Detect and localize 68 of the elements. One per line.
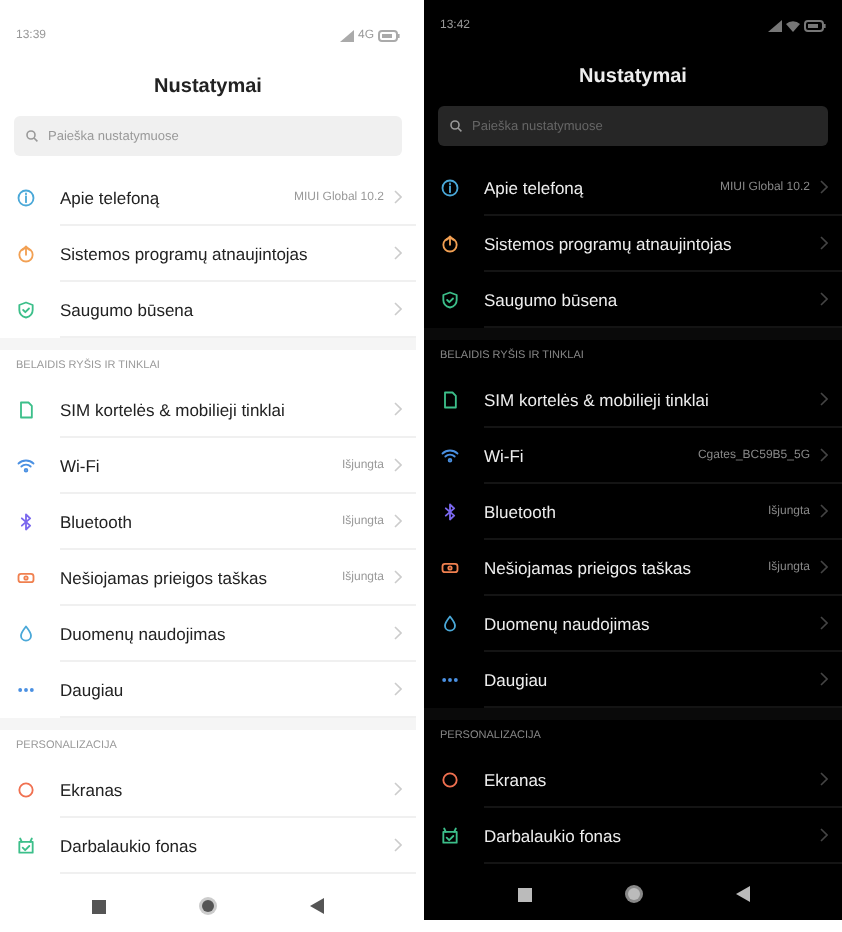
item-label: Darbalaukio fonas xyxy=(484,825,624,845)
chevron-icon xyxy=(394,570,402,584)
chevron-icon xyxy=(820,392,828,406)
chevron-icon xyxy=(820,180,828,194)
back-icon[interactable] xyxy=(735,886,749,902)
settings-item[interactable]: Duomenų naudojimas xyxy=(424,596,842,652)
settings-item[interactable]: Sistemos programų atnaujintojas xyxy=(424,216,842,272)
item-label: Bluetooth xyxy=(60,511,134,531)
recents-icon[interactable] xyxy=(517,887,531,901)
search-icon xyxy=(26,130,38,142)
chevron-icon xyxy=(394,190,402,204)
screen-title: Nustatymai xyxy=(152,73,264,101)
chevron-icon xyxy=(394,458,402,472)
settings-item[interactable]: Duomenų naudojimas xyxy=(0,606,416,662)
chevron-icon xyxy=(394,838,402,852)
chevron-icon xyxy=(394,626,402,640)
chevron-icon xyxy=(820,560,828,574)
item-label: SIM kortelės & mobilieji tinklai xyxy=(484,389,711,409)
settings-item[interactable]: SIM kortelės & mobilieji tinklai xyxy=(0,382,416,438)
signal-icon xyxy=(768,20,782,32)
chevron-icon xyxy=(394,246,402,260)
chevron-icon xyxy=(394,402,402,416)
chevron-icon xyxy=(820,828,828,842)
chevron-icon xyxy=(394,682,402,696)
chevron-icon xyxy=(820,236,828,250)
settings-item[interactable]: Sistemos programų atnaujintojas xyxy=(0,226,416,282)
battery-icon xyxy=(378,30,400,42)
settings-item[interactable]: Ekranas xyxy=(0,762,416,818)
screen-title: Nustatymai xyxy=(577,63,689,91)
settings-item[interactable]: SIM kortelės & mobilieji tinklai xyxy=(424,372,842,428)
back-icon[interactable] xyxy=(310,898,324,914)
home-icon[interactable] xyxy=(623,884,643,904)
chevron-icon xyxy=(820,772,828,786)
chevron-icon xyxy=(394,302,402,316)
chevron-icon xyxy=(394,514,402,528)
item-label: Nešiojamas prieigos taškas xyxy=(484,557,693,577)
recents-icon[interactable] xyxy=(92,899,106,913)
item-label: Apie telefoną xyxy=(484,177,586,197)
settings-item[interactable]: Darbalaukio fonas xyxy=(424,808,842,864)
chevron-icon xyxy=(820,672,828,686)
item-label: Duomenų naudojimas xyxy=(60,623,228,643)
item-label: Saugumo būsena xyxy=(60,299,196,319)
item-label: Nešiojamas prieigos taškas xyxy=(60,567,269,587)
item-label: SIM kortelės & mobilieji tinklai xyxy=(60,399,287,419)
item-label: Wi-Fi xyxy=(60,455,102,475)
item-label: Ekranas xyxy=(484,769,549,789)
settings-item[interactable]: Ekranas xyxy=(424,752,842,808)
chevron-icon xyxy=(820,616,828,630)
chevron-icon xyxy=(820,504,828,518)
item-label: Sistemos programų atnaujintojas xyxy=(60,243,310,263)
item-label: Duomenų naudojimas xyxy=(484,613,652,633)
item-label: Daugiau xyxy=(60,679,126,699)
item-label: Wi-Fi xyxy=(484,445,526,465)
item-label: Bluetooth xyxy=(484,501,558,521)
item-label: Daugiau xyxy=(484,669,550,689)
home-icon[interactable] xyxy=(198,896,218,916)
chevron-icon xyxy=(394,782,402,796)
settings-item[interactable]: Darbalaukio fonas xyxy=(0,818,416,874)
item-label: Darbalaukio fonas xyxy=(60,835,200,855)
item-label: Saugumo būsena xyxy=(484,289,620,309)
chevron-icon xyxy=(820,292,828,306)
item-label: Apie telefoną xyxy=(60,187,162,207)
battery-icon xyxy=(804,20,826,32)
search-icon xyxy=(450,120,462,132)
item-label: Sistemos programų atnaujintojas xyxy=(484,233,734,253)
chevron-icon xyxy=(820,448,828,462)
item-label: Ekranas xyxy=(60,779,125,799)
signal-icon xyxy=(339,30,354,42)
